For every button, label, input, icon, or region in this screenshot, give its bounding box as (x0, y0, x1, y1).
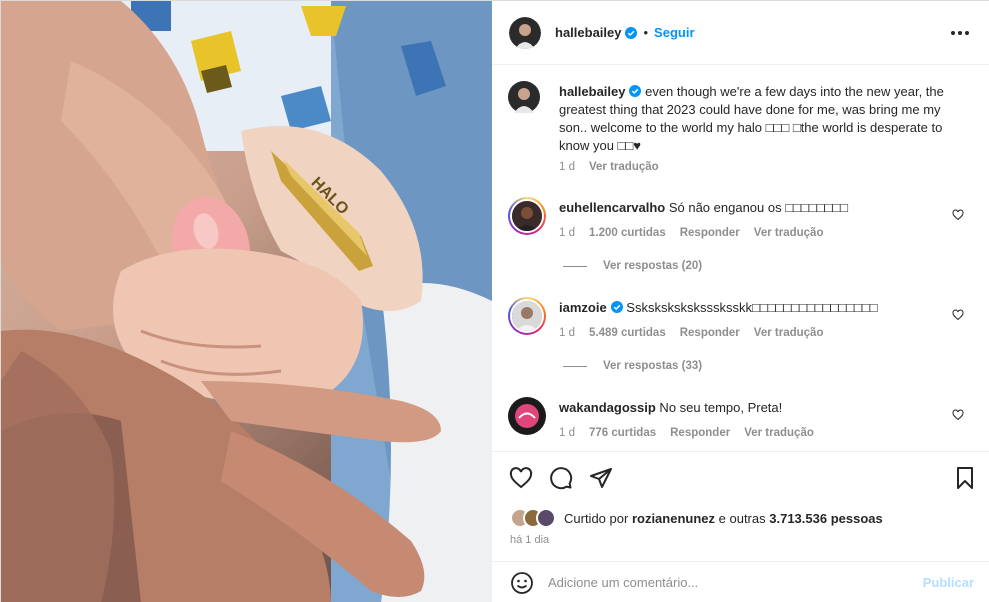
bookmark-icon[interactable] (953, 466, 977, 490)
comments-list[interactable]: hallebailey even though we're a few days… (492, 65, 989, 451)
add-comment-bar: Publicar (492, 561, 989, 602)
caption: hallebailey even though we're a few days… (508, 81, 978, 191)
comment-username[interactable]: wakandagossip (559, 400, 656, 415)
post-actions: Curtido por rozianenunez e outras 3.713.… (492, 451, 989, 561)
comment-time: 1 d (559, 227, 575, 239)
translate-link[interactable]: Ver tradução (754, 327, 824, 339)
verified-badge-icon (629, 85, 642, 97)
liker-username[interactable]: rozianenunez (632, 511, 715, 526)
verified-badge-icon (610, 301, 623, 313)
comment: iamzoie Ssksksksksksssksskk□□□□□□□□□□□□□… (508, 297, 978, 377)
translate-link[interactable]: Ver tradução (754, 227, 824, 239)
replies-line (563, 365, 587, 367)
comment-body: No seu tempo, Preta! (655, 400, 783, 415)
caption-text: hallebailey even though we're a few days… (559, 83, 959, 155)
view-replies-link[interactable]: Ver respostas (20) (563, 260, 702, 272)
reply-link[interactable]: Responder (670, 427, 730, 439)
likes-prefix: Curtido por (564, 510, 629, 526)
comment-text: wakandagossip No seu tempo, Preta! (559, 399, 939, 417)
emoji-icon[interactable] (510, 571, 534, 595)
baby-hand-photo: HALO (1, 1, 492, 602)
heart-icon[interactable] (509, 466, 533, 490)
publish-button[interactable]: Publicar (923, 575, 974, 590)
comment-meta: 1 d 5.489 curtidas Responder Ver traduçã… (559, 327, 823, 339)
comment-meta: 1 d 1.200 curtidas Responder Ver traduçã… (559, 227, 823, 239)
caption-username[interactable]: hallebailey (559, 84, 625, 99)
view-replies-link[interactable]: Ver respostas (33) (563, 360, 702, 372)
reply-link[interactable]: Responder (680, 327, 740, 339)
comment-body: Só não enganou os □□□□□□□□ (665, 200, 849, 215)
commenter-avatar[interactable] (508, 397, 546, 435)
view-replies-label[interactable]: Ver respostas (20) (603, 260, 702, 272)
commenter-avatar[interactable] (508, 297, 546, 335)
commenter-avatar[interactable] (508, 197, 546, 235)
comment-like-icon[interactable] (952, 409, 964, 421)
follow-button[interactable]: Seguir (654, 25, 694, 40)
replies-line (563, 265, 587, 267)
comment: wakandagossip No seu tempo, Preta! 1 d 7… (508, 397, 978, 447)
comment-likes[interactable]: 1.200 curtidas (589, 227, 666, 239)
translate-link[interactable]: Ver tradução (744, 427, 814, 439)
liker-avatar (536, 508, 556, 528)
post-time[interactable]: há 1 dia (510, 534, 549, 546)
likes-middle: e outras (718, 510, 766, 526)
comment-username[interactable]: iamzoie (559, 300, 607, 315)
comment: euhellencarvalho Só não enganou os □□□□□… (508, 197, 978, 277)
post-modal: HALO hallebailey • Seguir hallebailey ev… (0, 0, 989, 602)
comment-text: euhellencarvalho Só não enganou os □□□□□… (559, 199, 939, 217)
post-details-panel: hallebailey • Seguir hallebailey even th… (492, 1, 989, 602)
post-header: hallebailey • Seguir (492, 1, 989, 65)
more-options-icon[interactable] (948, 23, 972, 43)
comment-body: Ssksksksksksssksskk□□□□□□□□□□□□□□□□ (622, 300, 878, 315)
comment-text: iamzoie Ssksksksksksssksskk□□□□□□□□□□□□□… (559, 299, 939, 317)
caption-time: 1 d (559, 161, 575, 173)
post-photo[interactable]: HALO (1, 1, 492, 602)
author-username[interactable]: hallebailey (555, 25, 621, 40)
liker-avatars[interactable] (510, 508, 556, 528)
view-replies-label[interactable]: Ver respostas (33) (603, 360, 702, 372)
comment-icon[interactable] (549, 466, 573, 490)
comment-likes[interactable]: 776 curtidas (589, 427, 656, 439)
verified-badge-icon (625, 26, 638, 39)
comment-likes[interactable]: 5.489 curtidas (589, 327, 666, 339)
comment-like-icon[interactable] (952, 209, 964, 221)
comment-like-icon[interactable] (952, 309, 964, 321)
share-icon[interactable] (589, 466, 613, 490)
comment-input[interactable] (548, 575, 888, 590)
likes-count[interactable]: 3.713.536 pessoas (769, 511, 882, 526)
caption-meta: 1 d Ver tradução (559, 161, 659, 173)
reply-link[interactable]: Responder (680, 227, 740, 239)
author-avatar[interactable] (509, 16, 541, 49)
comment-meta: 1 d 776 curtidas Responder Ver tradução (559, 427, 814, 439)
caption-translate-link[interactable]: Ver tradução (589, 161, 659, 173)
separator-dot: • (643, 25, 649, 40)
likes-summary: Curtido por rozianenunez e outras 3.713.… (510, 508, 883, 528)
comment-time: 1 d (559, 327, 575, 339)
comment-time: 1 d (559, 427, 575, 439)
caption-avatar[interactable] (508, 81, 540, 113)
comment-username[interactable]: euhellencarvalho (559, 200, 665, 215)
